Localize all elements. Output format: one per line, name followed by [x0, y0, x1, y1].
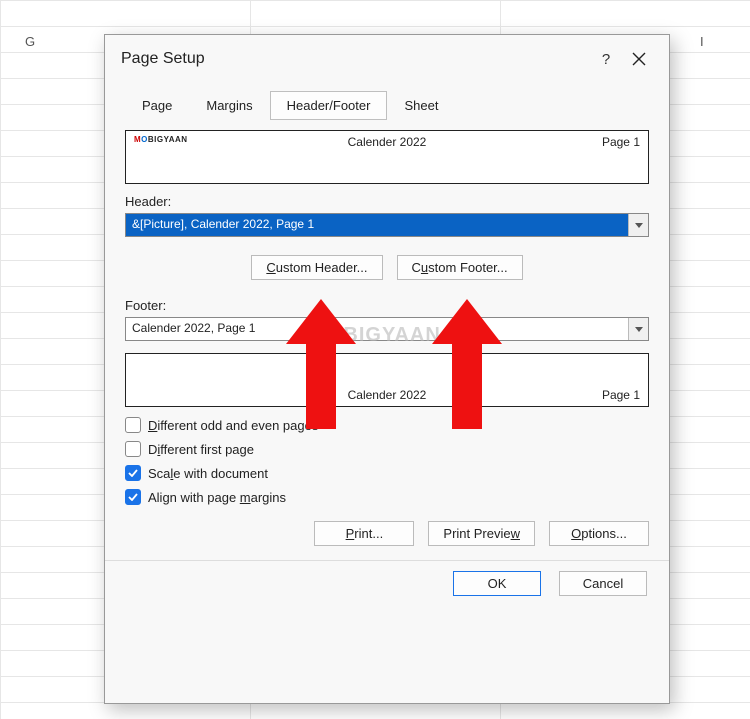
check-icon	[128, 493, 138, 501]
print-button[interactable]: Print...	[314, 521, 414, 546]
titlebar: Page Setup ?	[105, 35, 669, 81]
header-label: Header:	[125, 194, 649, 209]
footer-preview: Calender 2022 Page 1	[125, 353, 649, 407]
check-icon	[128, 469, 138, 477]
header-select-value: &[Picture], Calender 2022, Page 1	[126, 214, 628, 236]
header-preview: MOBIGYAAN Calender 2022 Page 1	[125, 130, 649, 184]
label-odd-even: Different odd and even pages	[148, 418, 318, 433]
header-preview-right: Page 1	[602, 135, 640, 149]
tab-page[interactable]: Page	[125, 91, 189, 120]
tab-sheet[interactable]: Sheet	[387, 91, 455, 120]
dialog-title: Page Setup	[121, 50, 591, 68]
close-icon	[632, 52, 646, 66]
header-select[interactable]: &[Picture], Calender 2022, Page 1	[125, 213, 649, 237]
header-select-dropdown[interactable]	[628, 214, 648, 236]
tab-margins[interactable]: Margins	[189, 91, 269, 120]
checkbox-scale[interactable]	[125, 465, 141, 481]
custom-footer-label: stom Footer...	[428, 260, 507, 275]
close-button[interactable]	[621, 45, 657, 73]
footer-select-dropdown[interactable]	[628, 318, 648, 340]
divider	[105, 560, 669, 561]
custom-footer-button[interactable]: Custom Footer...	[397, 255, 523, 280]
footer-preview-right: Page 1	[602, 388, 640, 402]
options-button[interactable]: Options...	[549, 521, 649, 546]
footer-preview-center: Calender 2022	[126, 388, 648, 402]
page-setup-dialog: Page Setup ? Page Margins Header/Footer …	[104, 34, 670, 704]
column-header-i[interactable]: I	[700, 34, 704, 49]
chevron-down-icon	[635, 223, 643, 228]
header-preview-center: Calender 2022	[126, 135, 648, 149]
footer-label: Footer:	[125, 298, 649, 313]
footer-select[interactable]: Calender 2022, Page 1	[125, 317, 649, 341]
label-scale: Scale with document	[148, 466, 268, 481]
ok-button[interactable]: OK	[453, 571, 541, 596]
tab-header-footer[interactable]: Header/Footer	[270, 91, 388, 120]
custom-header-label: ustom Header...	[276, 260, 368, 275]
tabs: Page Margins Header/Footer Sheet	[125, 91, 649, 120]
column-header-g[interactable]: G	[25, 34, 35, 49]
chevron-down-icon	[635, 327, 643, 332]
checkbox-odd-even[interactable]	[125, 417, 141, 433]
label-first-page: Different first page	[148, 442, 254, 457]
checkbox-first-page[interactable]	[125, 441, 141, 457]
checkbox-align[interactable]	[125, 489, 141, 505]
footer-select-value: Calender 2022, Page 1	[126, 318, 628, 340]
print-preview-button[interactable]: Print Preview	[428, 521, 535, 546]
help-button[interactable]: ?	[591, 51, 621, 68]
label-align: Align with page margins	[148, 490, 286, 505]
custom-header-button[interactable]: Custom Header...	[251, 255, 382, 280]
cancel-button[interactable]: Cancel	[559, 571, 647, 596]
